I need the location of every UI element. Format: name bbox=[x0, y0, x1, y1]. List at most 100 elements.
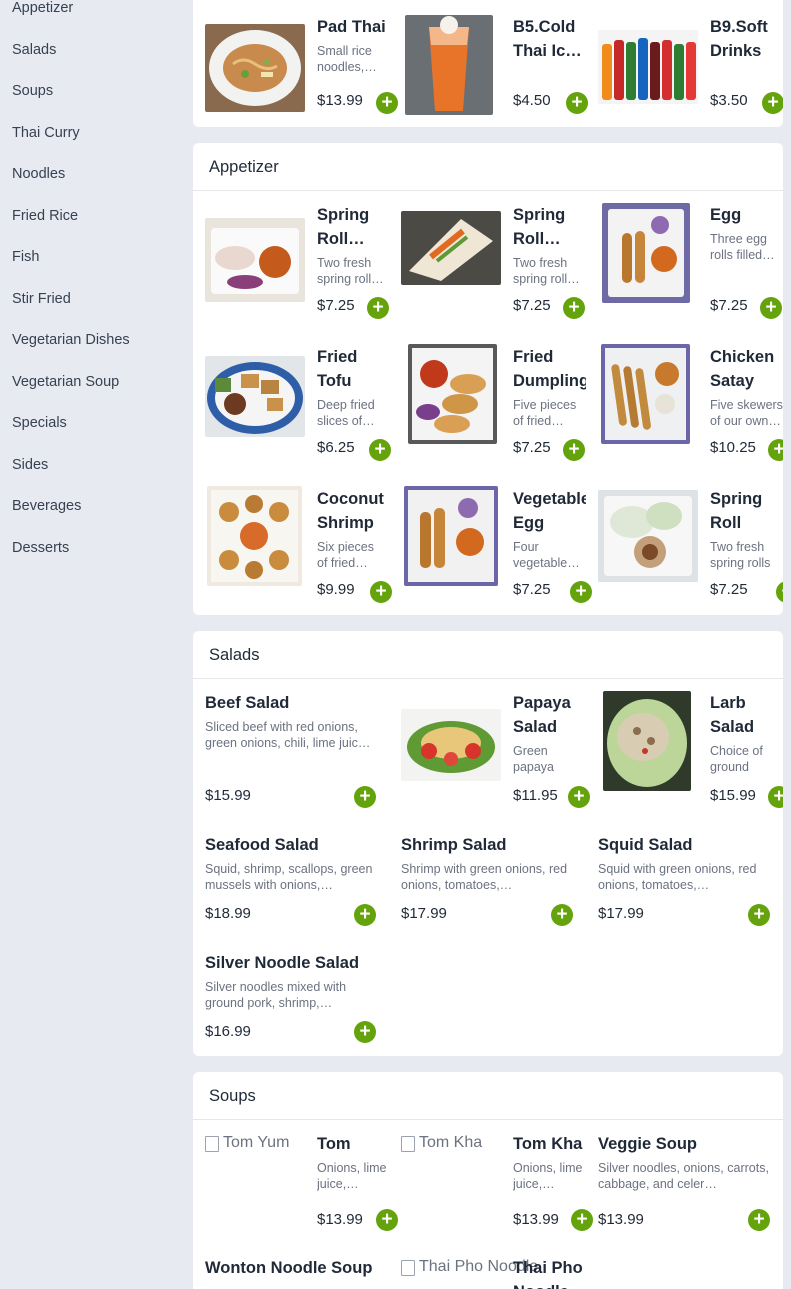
item-name: B5.Cold Thai Ic… bbox=[513, 18, 582, 60]
item-price: $10.25 bbox=[710, 439, 756, 456]
sidebar-item-beverages[interactable]: Beverages bbox=[12, 498, 81, 514]
spring-roll-veg-photo bbox=[598, 490, 698, 582]
menu-item-card[interactable]: Tom Kha Tom Kha Onions, lime juice,… $13… bbox=[389, 1120, 593, 1244]
menu-item-card[interactable]: Vegetable Egg Rolls Four vegetable… $7.2… bbox=[389, 475, 592, 615]
add-to-cart-button[interactable]: + bbox=[768, 786, 783, 808]
item-price: $6.25 bbox=[317, 439, 355, 456]
papaya-salad-photo bbox=[401, 709, 501, 781]
sidebar-item-fried-rice[interactable]: Fried Rice bbox=[12, 208, 78, 224]
item-price: $17.99 bbox=[598, 905, 644, 922]
item-name: B9.Soft Drinks bbox=[710, 18, 768, 60]
add-to-cart-button[interactable]: + bbox=[760, 297, 782, 319]
sidebar-item-vegetarian-dishes[interactable]: Vegetarian Dishes bbox=[12, 332, 130, 348]
menu-item-card[interactable]: Fried Tofu Deep fried slices of… $6.25 + bbox=[193, 333, 391, 475]
sidebar-item-sides[interactable]: Sides bbox=[12, 457, 48, 473]
menu-item-card[interactable]: Egg Rolls Three egg rolls filled… $7.25 … bbox=[586, 191, 783, 333]
menu-section-soups: Soups Tom Yum Tom Yum Onions, lime juice… bbox=[193, 1072, 783, 1289]
pad-thai-photo bbox=[205, 24, 305, 112]
sidebar-item-salads[interactable]: Salads bbox=[12, 42, 56, 58]
sidebar-item-vegetarian-soup[interactable]: Vegetarian Soup bbox=[12, 374, 119, 390]
menu-item-card[interactable]: Tom Yum Tom Yum Onions, lime juice,… $13… bbox=[193, 1120, 398, 1244]
menu-item-card[interactable]: Squid Salad Squid with green onions, red… bbox=[586, 821, 783, 939]
item-description: Five pieces of fried… bbox=[513, 398, 577, 428]
sidebar-item-noodles[interactable]: Noodles bbox=[12, 166, 65, 182]
chicken-satay-photo bbox=[601, 344, 690, 444]
item-price: $3.50 bbox=[710, 92, 748, 109]
add-to-cart-button[interactable]: + bbox=[566, 92, 588, 114]
sidebar-item-stir-fried[interactable]: Stir Fried bbox=[12, 291, 71, 307]
add-to-cart-button[interactable]: + bbox=[551, 904, 573, 926]
item-description: Five skewers of our own… bbox=[710, 398, 783, 428]
menu-item-card[interactable]: Spring Roll… Two fresh spring roll… $7.2… bbox=[389, 191, 586, 333]
menu-item-card[interactable]: Larb Salad Choice of ground bee… $15.99 … bbox=[586, 679, 783, 821]
item-price: $13.99 bbox=[598, 1211, 644, 1228]
menu-item-card[interactable]: Spring Roll (Vegetarian) Two fresh sprin… bbox=[586, 475, 783, 615]
item-description: Sliced beef with red onions, green onion… bbox=[205, 720, 371, 750]
menu-item-card[interactable]: Chicken Satay Five skewers of our own… $… bbox=[586, 333, 783, 475]
sidebar-item-desserts[interactable]: Desserts bbox=[12, 540, 69, 556]
menu-item-card[interactable]: Spring Roll… Two fresh spring roll… $7.2… bbox=[193, 191, 389, 333]
section-header: Appetizer bbox=[193, 143, 783, 191]
menu-item-card[interactable]: Seafood Salad Squid, shrimp, scallops, g… bbox=[193, 821, 389, 939]
menu-item-card[interactable]: B5.Cold Thai Ic… $4.50 + bbox=[389, 0, 588, 127]
menu-item-card[interactable]: Beef Salad Sliced beef with red onions, … bbox=[193, 679, 389, 821]
item-price: $13.99 bbox=[513, 1211, 559, 1228]
fried-tofu-photo bbox=[205, 356, 305, 437]
item-name: Tom Kha bbox=[513, 1135, 583, 1153]
menu-item-card[interactable]: Papaya Salad Green papaya wit… $11.95 + bbox=[389, 679, 590, 821]
add-to-cart-button[interactable]: + bbox=[768, 439, 783, 461]
tom-kha-image: Tom Kha bbox=[401, 1134, 482, 1152]
category-sidebar: Appetizer Salads Soups Thai Curry Noodle… bbox=[0, 0, 193, 1289]
item-description: Four vegetable… bbox=[513, 540, 580, 570]
add-to-cart-button[interactable]: + bbox=[354, 1021, 376, 1043]
item-price: $4.50 bbox=[513, 92, 551, 109]
menu-item-card[interactable]: Veggie Soup Silver noodles, onions, carr… bbox=[586, 1120, 783, 1244]
spring-roll-wrap-photo bbox=[401, 211, 501, 285]
item-name: Silver Noodle Salad bbox=[205, 954, 360, 972]
add-to-cart-button[interactable]: + bbox=[369, 439, 391, 461]
menu-item-card[interactable]: Fried Dumpling Five pieces of fried… $7.… bbox=[389, 333, 586, 475]
add-to-cart-button[interactable]: + bbox=[748, 904, 770, 926]
fried-dumpling-photo bbox=[408, 344, 497, 444]
item-name: Egg Rolls bbox=[710, 206, 742, 224]
broken-image-icon bbox=[401, 1260, 415, 1276]
menu-item-card[interactable]: B9.Soft Drinks $3.50 + bbox=[586, 0, 783, 127]
sidebar-item-soups[interactable]: Soups bbox=[12, 83, 53, 99]
broken-image-icon bbox=[205, 1136, 219, 1152]
item-name: Vegetable Egg Rolls bbox=[513, 490, 586, 532]
item-price: $16.99 bbox=[205, 1023, 251, 1040]
sidebar-item-fish[interactable]: Fish bbox=[12, 249, 39, 265]
menu-item-card[interactable]: Silver Noodle Salad Silver noodles mixed… bbox=[193, 939, 389, 1056]
item-description: Six pieces of fried… bbox=[317, 540, 374, 570]
item-name: Spring Roll (Vegetarian) bbox=[710, 490, 763, 532]
sidebar-item-appetizer[interactable]: Appetizer bbox=[12, 0, 73, 16]
broken-image-icon bbox=[401, 1136, 415, 1152]
add-to-cart-button[interactable]: + bbox=[776, 581, 783, 603]
item-description: Two fresh spring roll… bbox=[317, 256, 384, 286]
menu-item-card[interactable]: Pad Thai Small rice noodles,… $13.99 + bbox=[193, 0, 398, 127]
add-to-cart-button[interactable]: + bbox=[563, 297, 585, 319]
menu-item-card[interactable]: Coconut Shrimp Six pieces of fried… $9.9… bbox=[193, 475, 392, 615]
item-description: Squid with green onions, red onions, tom… bbox=[598, 862, 757, 892]
item-price: $13.99 bbox=[317, 1211, 363, 1228]
item-description: Shrimp with green onions, red onions, to… bbox=[401, 862, 568, 892]
menu-item-card[interactable]: Wonton Noodle Soup bbox=[193, 1244, 389, 1289]
add-to-cart-button[interactable]: + bbox=[354, 786, 376, 808]
section-title: Appetizer bbox=[209, 158, 279, 176]
sidebar-item-thai-curry[interactable]: Thai Curry bbox=[12, 125, 80, 141]
coconut-shrimp-photo bbox=[207, 486, 302, 586]
add-to-cart-button[interactable]: + bbox=[367, 297, 389, 319]
spring-roll-photo bbox=[205, 218, 305, 302]
add-to-cart-button[interactable]: + bbox=[354, 904, 376, 926]
add-to-cart-button[interactable]: + bbox=[748, 1209, 770, 1231]
menu-item-card[interactable]: Shrimp Salad Shrimp with green onions, r… bbox=[389, 821, 586, 939]
add-to-cart-button[interactable]: + bbox=[563, 439, 585, 461]
item-description: Silver noodles, onions, carrots, cabbage… bbox=[598, 1161, 769, 1191]
menu-section-top: Pad Thai Small rice noodles,… $13.99 + B… bbox=[193, 0, 783, 127]
sidebar-item-specials[interactable]: Specials bbox=[12, 415, 67, 431]
section-header: Soups bbox=[193, 1072, 783, 1120]
item-name: Spring Roll… bbox=[513, 206, 566, 248]
add-to-cart-button[interactable]: + bbox=[762, 92, 783, 114]
item-name: Larb Salad bbox=[710, 694, 755, 736]
menu-item-card[interactable]: Thai Pho Noodle Thai Pho Noodle… bbox=[389, 1244, 586, 1289]
